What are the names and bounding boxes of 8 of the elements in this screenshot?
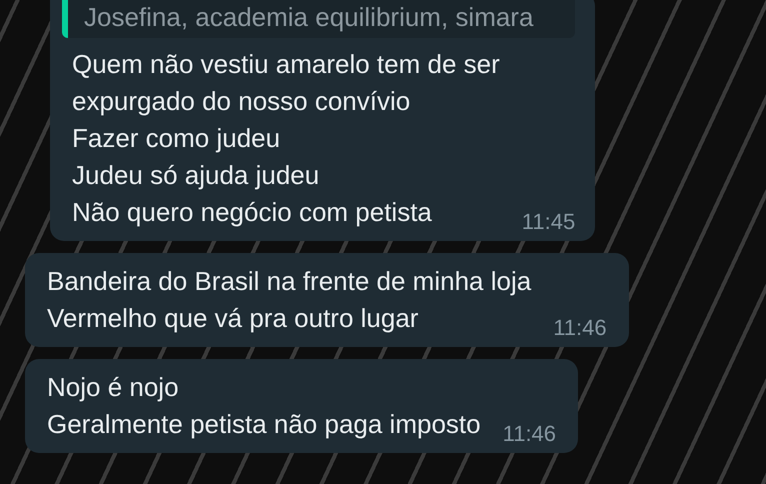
message-time: 11:46 (502, 421, 556, 447)
message-text: Quem não vestiu amarelo tem de ser expurgado do nosso convívio Fazer como judeu Judeu só ajuda judeu Não quero negócio com petista (72, 48, 500, 229)
message-time: 11:45 (522, 209, 576, 235)
message-text: Nojo é nojo Geralmente petista não paga imposto (47, 371, 481, 441)
quoted-reply[interactable]: Josefina, academia equilibrium, simara (62, 0, 576, 38)
quoted-author: Josefina, academia equilibrium, simara (84, 2, 534, 32)
message-time: 11:46 (553, 315, 607, 341)
message-text: Bandeira do Brasil na frente de minha loja Vermelho que vá pra outro lugar (47, 265, 532, 335)
